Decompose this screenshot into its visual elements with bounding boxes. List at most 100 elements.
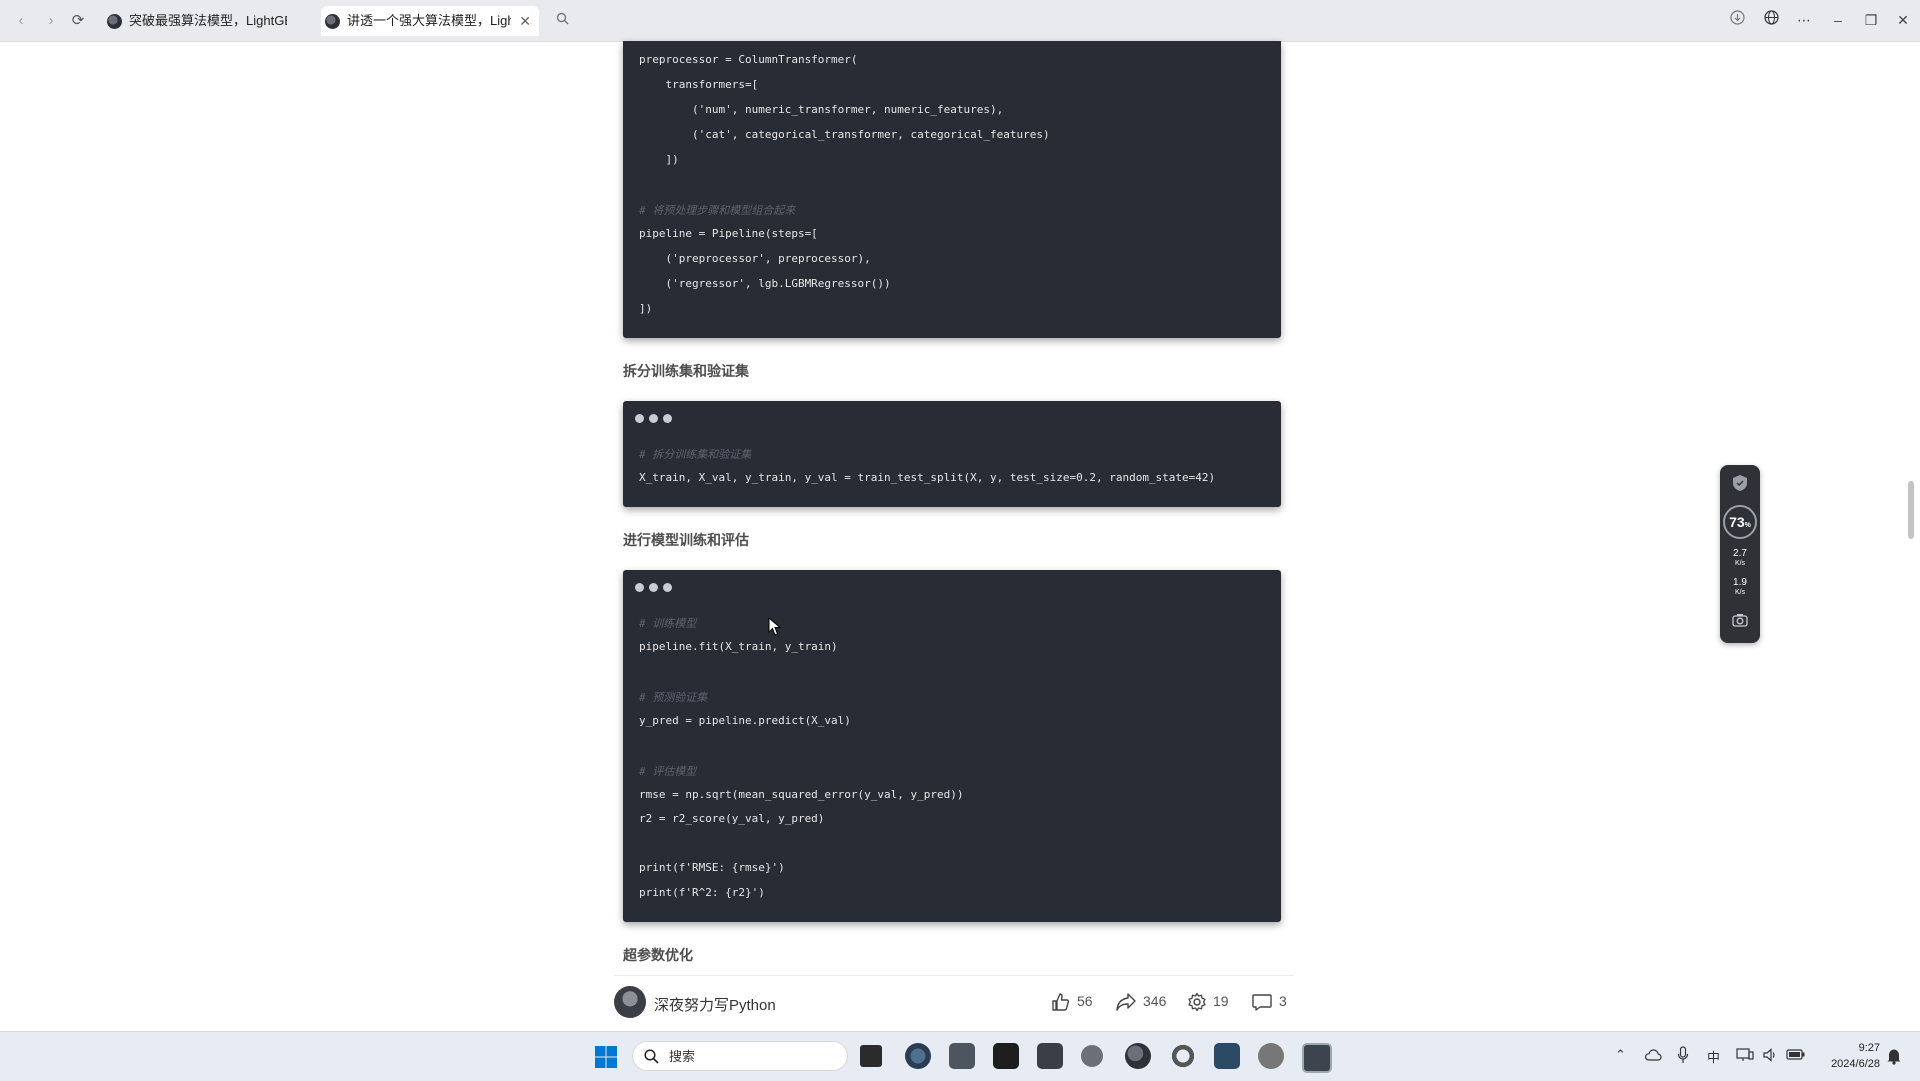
app-icon-3[interactable]: [1258, 1043, 1284, 1069]
system-clock[interactable]: 9:27 2024/6/28: [1810, 1040, 1880, 1072]
tab-title: 讲透一个强大算法模型，Ligh: [347, 13, 511, 28]
ime-indicator[interactable]: 中: [1707, 1047, 1720, 1066]
download-speed: 1.9 K/s: [1720, 578, 1760, 597]
share-button[interactable]: 346: [1115, 990, 1166, 1012]
code-line: ]): [639, 302, 653, 315]
code-line: rmse = np.sqrt(mean_squared_error(y_val,…: [639, 788, 964, 801]
upload-speed-value: 2.7: [1733, 548, 1747, 559]
gauge-unit: %: [1744, 522, 1751, 529]
browser-tab-2[interactable]: 讲透一个强大算法模型，Ligh ✕: [321, 6, 539, 36]
code-line: print(f'R^2: {r2}'): [639, 886, 765, 899]
file-explorer-icon[interactable]: [949, 1043, 975, 1069]
code-line: ('preprocessor', preprocessor),: [639, 252, 871, 265]
comment-button[interactable]: 3: [1251, 990, 1287, 1012]
comment-count: 3: [1279, 993, 1287, 1009]
share-count: 346: [1143, 993, 1167, 1009]
avatar[interactable]: [614, 986, 646, 1018]
cloud-icon[interactable]: [1644, 1048, 1662, 1062]
back-icon[interactable]: ‹: [10, 10, 32, 32]
windows-start-icon[interactable]: [594, 1045, 618, 1069]
taskbar: 搜索 ⌃ 中 9:27 2024/6/28: [0, 1031, 1920, 1081]
forward-icon[interactable]: ›: [40, 10, 62, 32]
window-dots-icon: [635, 413, 677, 426]
code-comment: # 预测验证集: [639, 691, 708, 704]
reload-icon[interactable]: ⟳: [67, 10, 89, 32]
chevron-up-icon[interactable]: ⌃: [1615, 1047, 1626, 1063]
upload-speed-unit: K/s: [1734, 560, 1746, 567]
code-comment: # 训练模型: [639, 617, 697, 630]
search-icon: [644, 1049, 659, 1064]
like-button[interactable]: 56: [1051, 990, 1093, 1012]
memory-gauge: 73%: [1723, 505, 1757, 539]
code-comment: # 拆分训练集和验证集: [639, 448, 752, 461]
app-icon-2[interactable]: [1081, 1045, 1103, 1067]
site-favicon-icon: [107, 14, 122, 29]
terminal-icon[interactable]: [993, 1043, 1019, 1069]
shield-icon: [1733, 475, 1747, 491]
favorite-count: 19: [1213, 993, 1229, 1009]
taskbar-search-input[interactable]: 搜索: [632, 1041, 848, 1071]
gear-icon: [1188, 993, 1206, 1012]
task-view-icon[interactable]: [860, 1045, 882, 1067]
close-tab-icon[interactable]: ✕: [519, 6, 531, 36]
mouse-cursor-icon: [768, 617, 782, 636]
clock-time: 9:27: [1858, 1042, 1880, 1054]
app-icon-1[interactable]: [1037, 1043, 1063, 1069]
page-scrollbar[interactable]: [1908, 481, 1914, 539]
tab-search-icon[interactable]: [551, 10, 573, 32]
code-line: pipeline.fit(X_train, y_train): [639, 640, 838, 653]
author-action-bar: 深夜努力写Python 56 346 19 3: [614, 975, 1294, 1026]
code-comment: # 评估模型: [639, 765, 697, 778]
vscode-icon[interactable]: [1214, 1043, 1240, 1069]
display-icon[interactable]: [1736, 1047, 1754, 1063]
section-heading-tuning: 超参数优化: [623, 947, 693, 963]
site-favicon-icon: [325, 14, 340, 29]
favorite-button[interactable]: 19: [1187, 990, 1229, 1012]
notification-bell-icon[interactable]: [1886, 1047, 1902, 1065]
browser-app-icon[interactable]: [905, 1043, 931, 1069]
code-line: ('num', numeric_transformer, numeric_fea…: [639, 103, 1004, 116]
upload-speed: 2.7 K/s: [1720, 549, 1760, 568]
section-heading-train: 进行模型训练和评估: [623, 532, 749, 548]
comment-icon: [1252, 994, 1272, 1011]
share-icon: [1116, 993, 1136, 1011]
code-comment: # 将预处理步骤和模型组合起来: [639, 204, 796, 217]
tab-title: 突破最强算法模型，LightGBM !: [129, 13, 287, 28]
code-block-split: # 拆分训练集和验证集 X_train, X_val, y_train, y_v…: [623, 401, 1281, 507]
code-line: transformers=[: [639, 78, 759, 91]
code-block-train: # 训练模型 pipeline.fit(X_train, y_train) # …: [623, 570, 1281, 922]
battery-icon[interactable]: [1786, 1048, 1806, 1061]
download-speed-unit: K/s: [1734, 589, 1746, 596]
thumbs-up-icon: [1052, 993, 1070, 1011]
code-line: ]): [639, 153, 679, 166]
more-menu-icon[interactable]: ⋯: [1791, 9, 1817, 31]
browser-tab-1[interactable]: 突破最强算法模型，LightGBM !: [103, 6, 315, 36]
volume-icon[interactable]: [1762, 1047, 1778, 1063]
restore-icon[interactable]: ❐: [1858, 9, 1884, 31]
camera-icon[interactable]: [1732, 613, 1748, 627]
gauge-percent: 73: [1729, 514, 1745, 530]
globe-icon[interactable]: [1758, 9, 1784, 31]
remote-desktop-icon[interactable]: [1302, 1043, 1332, 1073]
chrome-app-icon[interactable]: [1170, 1043, 1196, 1069]
browser-active-app-icon[interactable]: [1125, 1043, 1151, 1069]
author-name[interactable]: 深夜努力写Python: [654, 994, 776, 1015]
window-dots-icon: [635, 582, 677, 595]
like-count: 56: [1077, 993, 1093, 1009]
network-monitor-widget[interactable]: 73% 2.7 K/s 1.9 K/s: [1720, 465, 1760, 643]
code-block-pipeline: preprocessor = ColumnTransformer( transf…: [623, 41, 1281, 338]
code-line: y_pred = pipeline.predict(X_val): [639, 714, 851, 727]
code-line: r2 = r2_score(y_val, y_pred): [639, 812, 825, 825]
code-line: preprocessor = ColumnTransformer(: [639, 53, 858, 66]
microphone-icon[interactable]: [1677, 1046, 1689, 1064]
clock-date: 2024/6/28: [1831, 1058, 1880, 1070]
code-line: X_train, X_val, y_train, y_val = train_t…: [639, 471, 1216, 484]
browser-tab-bar: ‹ › ⟳ 突破最强算法模型，LightGBM ! 讲透一个强大算法模型，Lig…: [0, 0, 1920, 42]
code-line: pipeline = Pipeline(steps=[: [639, 227, 818, 240]
search-placeholder: 搜索: [669, 1049, 696, 1064]
close-window-icon[interactable]: ✕: [1890, 9, 1916, 31]
code-line: print(f'RMSE: {rmse}'): [639, 861, 785, 874]
download-speed-value: 1.9: [1733, 577, 1747, 588]
download-icon[interactable]: [1724, 9, 1750, 31]
minimize-icon[interactable]: –: [1825, 9, 1851, 31]
